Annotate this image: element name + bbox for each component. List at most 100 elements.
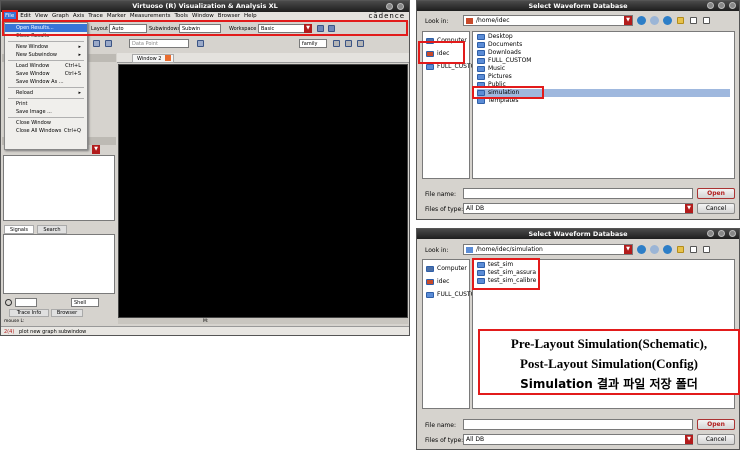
panel-dropdown-icon[interactable]: ▼ xyxy=(92,145,100,154)
list-view-icon[interactable] xyxy=(690,246,697,253)
up-folder-icon[interactable] xyxy=(663,245,672,254)
menu-trace[interactable]: Trace xyxy=(88,12,103,21)
file-item[interactable]: FULL_CUSTOM xyxy=(477,57,730,65)
place-item[interactable]: Computer xyxy=(423,34,469,47)
tool-icon[interactable] xyxy=(333,40,340,47)
open-button[interactable]: Open xyxy=(697,188,735,199)
minimize-icon[interactable] xyxy=(707,230,714,237)
cancel-button[interactable]: Cancel xyxy=(697,203,735,214)
file-menu-item[interactable]: Print xyxy=(5,100,87,108)
menu-axis[interactable]: Axis xyxy=(73,12,84,21)
tool-icon[interactable] xyxy=(345,40,352,47)
layout-select[interactable]: Auto xyxy=(109,24,147,33)
workspace-load-icon[interactable] xyxy=(328,25,335,32)
close-icon[interactable] xyxy=(397,3,404,10)
back-icon[interactable] xyxy=(637,245,646,254)
menu-view[interactable]: View xyxy=(35,12,48,21)
file-item[interactable]: Pictures xyxy=(477,73,730,81)
look-in-select[interactable]: /home/idec/simulation xyxy=(463,244,633,255)
tab-trace-info[interactable]: Trace Info xyxy=(9,309,49,317)
menu-graph[interactable]: Graph xyxy=(52,12,69,21)
workspace-save-icon[interactable] xyxy=(317,25,324,32)
files-of-type-dropdown-icon[interactable]: ▼ xyxy=(685,204,693,213)
menu-window[interactable]: Window xyxy=(192,12,214,21)
file-menu-item[interactable]: Save Image ... xyxy=(5,108,87,116)
open-button[interactable]: Open xyxy=(697,419,735,430)
look-in-select[interactable]: /home/idec xyxy=(463,15,633,26)
back-icon[interactable] xyxy=(637,16,646,25)
place-item[interactable]: FULL_CUSTOM xyxy=(423,288,480,301)
file-item[interactable]: Music xyxy=(477,65,730,73)
file-item[interactable]: test_sim_assura xyxy=(477,269,730,277)
tab-search[interactable]: Search xyxy=(37,225,67,234)
tool-icon[interactable] xyxy=(197,40,204,47)
bottom-scroll[interactable] xyxy=(118,318,408,324)
file-item[interactable]: Desktop xyxy=(477,33,730,41)
new-folder-icon[interactable] xyxy=(677,246,684,253)
list-view-icon[interactable] xyxy=(690,17,697,24)
menu-measurements[interactable]: Measurements xyxy=(130,12,171,21)
place-item[interactable]: idec xyxy=(423,275,469,288)
tool-icon[interactable] xyxy=(357,40,364,47)
file-menu-item[interactable]: Close Results xyxy=(5,32,87,40)
menu-marker[interactable]: Marker xyxy=(107,12,126,21)
file-item[interactable]: Documents xyxy=(477,41,730,49)
file-menu-item[interactable]: New Subwindow ▸ xyxy=(5,51,87,59)
forward-icon[interactable] xyxy=(650,16,659,25)
close-icon[interactable] xyxy=(729,230,736,237)
minimize-icon[interactable] xyxy=(707,2,714,9)
up-folder-icon[interactable] xyxy=(663,16,672,25)
tab-browser[interactable]: Browser xyxy=(51,309,83,317)
look-in-dropdown-icon[interactable]: ▼ xyxy=(624,245,632,254)
plot-area[interactable] xyxy=(118,64,408,318)
filter-select[interactable] xyxy=(15,298,37,307)
look-in-dropdown-icon[interactable]: ▼ xyxy=(624,16,632,25)
file-item[interactable]: test_sim xyxy=(477,261,730,269)
cancel-button[interactable]: Cancel xyxy=(697,434,735,445)
file-item[interactable]: simulation xyxy=(477,89,730,97)
place-item[interactable]: FULL_CUSTOM xyxy=(423,60,480,73)
file-name-input[interactable] xyxy=(463,188,693,199)
close-tab-icon[interactable] xyxy=(165,55,171,61)
menu-edit[interactable]: Edit xyxy=(20,12,31,21)
tab-signals[interactable]: Signals xyxy=(4,225,34,234)
file-menu-item[interactable]: Save Window As ... xyxy=(5,78,87,86)
file-item[interactable]: Public xyxy=(477,81,730,89)
new-folder-icon[interactable] xyxy=(677,17,684,24)
menu-help[interactable]: Help xyxy=(244,12,257,21)
menu-browser[interactable]: Browser xyxy=(218,12,240,21)
file-menu-item[interactable]: Close Window xyxy=(5,119,87,127)
file-item[interactable]: Downloads xyxy=(477,49,730,57)
file-menu-item[interactable]: Close All Windows Ctrl+Q xyxy=(5,127,87,135)
file-name-input[interactable] xyxy=(463,419,693,430)
file-item[interactable]: Templates xyxy=(477,97,730,105)
signals-list[interactable] xyxy=(3,155,115,221)
detail-view-icon[interactable] xyxy=(703,246,710,253)
place-item[interactable]: Computer xyxy=(423,262,469,275)
file-menu-item[interactable]: Load Window Ctrl+L xyxy=(5,62,87,70)
file-menu-item[interactable]: Reload ▸ xyxy=(5,89,87,97)
forward-icon[interactable] xyxy=(650,245,659,254)
file-menu-item[interactable]: Open Results... xyxy=(5,24,87,32)
maximize-icon[interactable] xyxy=(718,230,725,237)
files-of-type-select[interactable]: All DB xyxy=(463,203,693,214)
search-icon[interactable] xyxy=(5,299,12,306)
file-menu-item[interactable]: Save Window Ctrl+S xyxy=(5,70,87,78)
menu-file[interactable]: File xyxy=(3,12,17,21)
subwindows-select[interactable]: Subwin xyxy=(179,24,221,33)
data-point-field[interactable]: Data Point xyxy=(129,39,189,48)
family-select[interactable]: family xyxy=(299,39,327,48)
files-of-type-dropdown-icon[interactable]: ▼ xyxy=(685,435,693,444)
close-icon[interactable] xyxy=(729,2,736,9)
file-menu-item[interactable]: New Window ▸ xyxy=(5,43,87,51)
file-item[interactable]: test_sim_calibre xyxy=(477,277,730,285)
detail-view-icon[interactable] xyxy=(703,17,710,24)
files-of-type-select[interactable]: All DB xyxy=(463,434,693,445)
maximize-icon[interactable] xyxy=(718,2,725,9)
workspace-dropdown-icon[interactable]: ▼ xyxy=(304,24,312,33)
minimize-icon[interactable] xyxy=(386,3,393,10)
place-item[interactable]: idec xyxy=(423,47,469,60)
search-results[interactable] xyxy=(3,234,115,294)
menu-tools[interactable]: Tools xyxy=(174,12,188,21)
shell-select[interactable]: Shell xyxy=(71,298,99,307)
